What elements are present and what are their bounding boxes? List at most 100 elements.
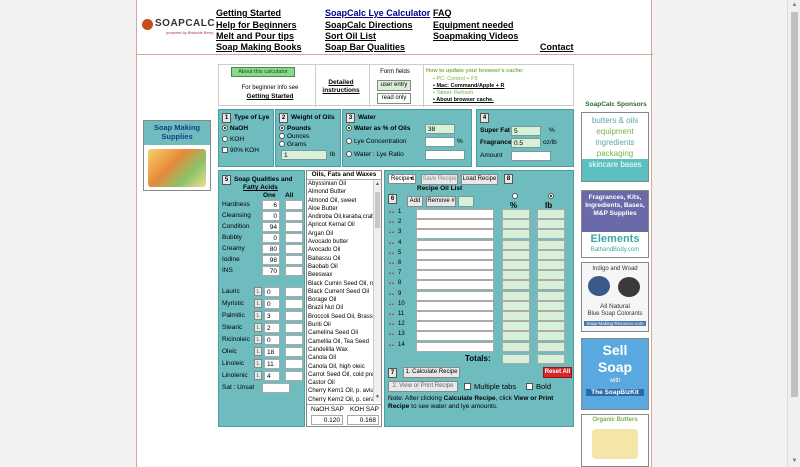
fatty-acid-lock-button[interactable]: L bbox=[254, 347, 262, 356]
water-pct-radio[interactable] bbox=[346, 125, 352, 131]
recipe-oil-percent[interactable] bbox=[502, 260, 530, 270]
recipe-oil-percent[interactable] bbox=[502, 209, 530, 219]
row-move-arrows[interactable]: • • bbox=[389, 230, 394, 236]
recipe-oil-percent[interactable] bbox=[502, 219, 530, 230]
koh90-checkbox[interactable] bbox=[222, 147, 228, 153]
recipe-oil-percent[interactable] bbox=[502, 331, 530, 342]
recipe-select[interactable]: Recipe 1 ▼ bbox=[388, 174, 416, 184]
ounces-radio[interactable] bbox=[279, 133, 285, 139]
cache-mac[interactable]: • Mac: Command/Apple + R bbox=[433, 83, 504, 89]
superfat-input[interactable]: 5 bbox=[511, 126, 541, 136]
nav-equipment[interactable]: Equipment needed bbox=[433, 20, 514, 30]
bold-checkbox[interactable] bbox=[526, 383, 533, 390]
row-move-arrows[interactable]: • • bbox=[389, 220, 394, 226]
nav-contact[interactable]: Contact bbox=[540, 42, 574, 52]
row-move-arrows[interactable]: • • bbox=[389, 302, 394, 308]
oil-list-scrollbar[interactable]: ▲ ▼ bbox=[373, 180, 381, 402]
oil-option[interactable]: Abyssinian Oil bbox=[307, 180, 373, 188]
oil-list[interactable]: Abyssinian Oil Almond Butter Almond Oil, s… bbox=[307, 180, 373, 402]
oil-option[interactable]: Castor Oil bbox=[307, 379, 373, 387]
water-ratio-radio[interactable] bbox=[346, 151, 352, 157]
oil-option[interactable]: Argan Oil bbox=[307, 230, 373, 238]
recipe-oil-lb[interactable] bbox=[537, 229, 565, 240]
recipe-oil-percent[interactable] bbox=[502, 321, 530, 332]
recipe-oil-lb[interactable] bbox=[537, 311, 565, 321]
recipe-oil-lb[interactable] bbox=[537, 239, 565, 250]
view-print-recipe-button[interactable]: 2. View or Print Recipe bbox=[388, 381, 458, 392]
sponsor-ad-bathandbody[interactable]: Fragrances, Kits, Ingredients, Bases, M&… bbox=[581, 190, 649, 258]
sponsor-ad-colorants[interactable]: Indigo and Woad All Natural Blue Soap Co… bbox=[581, 262, 649, 332]
nav-soap-books[interactable]: Soap Making Books bbox=[216, 42, 302, 52]
scroll-down-arrow[interactable]: ▼ bbox=[374, 393, 381, 401]
oil-option[interactable]: Beeswax bbox=[307, 271, 373, 279]
recipe-oil-lb[interactable] bbox=[537, 260, 565, 270]
fatty-acid-lock-button[interactable]: L bbox=[254, 311, 262, 320]
recipe-oil-lb[interactable] bbox=[537, 280, 565, 291]
fatty-acid-lock-button[interactable]: L bbox=[254, 371, 262, 380]
oil-option[interactable]: Apricot Kernal Oil bbox=[307, 221, 373, 229]
window-scroll-up-icon[interactable]: ▲ bbox=[790, 0, 799, 10]
row-move-arrows[interactable]: • • bbox=[389, 251, 394, 257]
oil-option[interactable]: Buriti Oil bbox=[307, 321, 373, 329]
cache-about[interactable]: • About browser cache. bbox=[433, 97, 494, 103]
recipe-oil-lb[interactable] bbox=[537, 209, 565, 219]
nav-melt-pour[interactable]: Melt and Pour tips bbox=[216, 31, 294, 41]
oil-option[interactable]: Black Current Seed Oil bbox=[307, 288, 373, 296]
water-pct-input[interactable]: 38 bbox=[425, 124, 455, 134]
lye-conc-input[interactable] bbox=[425, 137, 455, 147]
recipe-oil-percent[interactable] bbox=[502, 239, 530, 250]
water-ratio-input[interactable] bbox=[425, 150, 465, 160]
recipe-oil-percent[interactable] bbox=[502, 270, 530, 281]
multiple-tabs-checkbox[interactable] bbox=[464, 383, 471, 390]
oil-option[interactable]: Avocado butter bbox=[307, 238, 373, 246]
recipe-oil-lb[interactable] bbox=[537, 219, 565, 230]
recipe-oil-percent[interactable] bbox=[502, 290, 530, 301]
oil-option[interactable]: Borage Oil bbox=[307, 296, 373, 304]
soapcalc-logo[interactable]: SOAPCALC powered by Bramble Berry bbox=[142, 16, 215, 38]
row-move-arrows[interactable]: • • bbox=[389, 312, 394, 318]
remove-number-input[interactable] bbox=[458, 196, 474, 207]
recipe-oil-percent[interactable] bbox=[502, 311, 530, 321]
row-move-arrows[interactable]: • • bbox=[389, 271, 394, 277]
oil-option[interactable]: Brazil Nut Oil bbox=[307, 304, 373, 312]
recipe-oil-lb[interactable] bbox=[537, 270, 565, 281]
nav-bar-qualities[interactable]: Soap Bar Qualities bbox=[325, 42, 405, 52]
recipe-oil-lb[interactable] bbox=[537, 331, 565, 342]
window-scrollbar[interactable]: ▲ ▼ bbox=[787, 0, 800, 467]
oil-option[interactable]: Candelilla Wax bbox=[307, 346, 373, 354]
nav-getting-started[interactable]: Getting Started bbox=[216, 8, 281, 18]
oil-option[interactable]: Aloe Butter bbox=[307, 205, 373, 213]
fragrance-input[interactable]: 0.5 bbox=[511, 138, 541, 148]
getting-started-link[interactable]: Getting Started bbox=[231, 93, 309, 100]
row-move-arrows[interactable]: • • bbox=[389, 210, 394, 216]
recipe-oil-percent[interactable] bbox=[502, 249, 530, 260]
nav-sort-oil[interactable]: Sort Oil List bbox=[325, 31, 376, 41]
fatty-acid-lock-button[interactable]: L bbox=[254, 323, 262, 332]
sponsor-ad-soapbizkit[interactable]: Sell Soap with The SoapBizKit bbox=[581, 338, 649, 410]
oil-option[interactable]: Camelina Seed Oil bbox=[307, 329, 373, 337]
oil-option[interactable]: Camellia Oil, Tea Seed bbox=[307, 338, 373, 346]
oil-option[interactable]: Canola Oil, high oleic bbox=[307, 363, 373, 371]
about-calculator-button[interactable]: About this calculator bbox=[231, 67, 295, 77]
oil-option[interactable]: Almond Oil, sweet bbox=[307, 197, 373, 205]
oil-option[interactable]: Broccoli Seed Oil, Brassi bbox=[307, 313, 373, 321]
koh-radio[interactable] bbox=[222, 136, 228, 142]
recipe-oil-percent[interactable] bbox=[502, 341, 530, 352]
oil-option[interactable]: Black Cumin Seed Oil, ni bbox=[307, 280, 373, 288]
oil-option[interactable]: Carrot Seed Oil, cold pres bbox=[307, 371, 373, 379]
recipe-oil-lb[interactable] bbox=[537, 341, 565, 352]
recipe-oil-percent[interactable] bbox=[502, 300, 530, 311]
recipe-oil-percent[interactable] bbox=[502, 280, 530, 291]
row-move-arrows[interactable]: • • bbox=[389, 322, 394, 328]
oil-option[interactable]: Cherry Kern1 Oil, p. aviur bbox=[307, 387, 373, 395]
lb-mode-radio[interactable] bbox=[548, 193, 554, 199]
row-move-arrows[interactable]: • • bbox=[389, 281, 394, 287]
fatty-acid-lock-button[interactable]: L bbox=[254, 359, 262, 368]
window-scroll-thumb[interactable] bbox=[791, 12, 798, 397]
pounds-radio[interactable] bbox=[279, 125, 285, 131]
recipe-oil-lb[interactable] bbox=[537, 249, 565, 260]
remove-oil-button[interactable]: Remove # bbox=[426, 196, 456, 207]
row-move-arrows[interactable]: • • bbox=[389, 241, 394, 247]
recipe-oil-lb[interactable] bbox=[537, 300, 565, 311]
fatty-acid-lock-button[interactable]: L bbox=[254, 287, 262, 296]
